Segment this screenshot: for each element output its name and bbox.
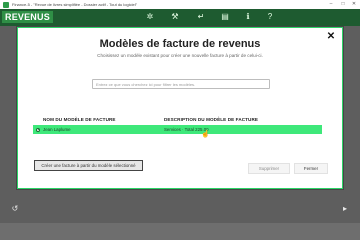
table-row[interactable]: Jean Laplume Services · Total 225.00 xyxy=(33,125,322,134)
undo-icon[interactable]: ↺ xyxy=(10,204,20,214)
close-button[interactable]: Fermer xyxy=(294,163,328,174)
template-name: Jean Laplume xyxy=(43,127,71,132)
app-toolbar: REVENUS ✲ ⚒ ↵ ▤ ℹ ? xyxy=(0,9,360,26)
dialog-title: Modèles de facture de revenus xyxy=(99,38,261,50)
window-titlebar: Finance-5 - "Revue de livres simplifiée … xyxy=(0,0,360,9)
help-icon[interactable]: ? xyxy=(265,12,275,22)
back-icon[interactable]: ↵ xyxy=(196,12,206,22)
info-icon[interactable]: ℹ xyxy=(243,12,253,22)
column-header-name[interactable]: NOM DU MODÈLE DE FACTURE xyxy=(43,117,116,122)
minimize-button[interactable]: – xyxy=(325,0,337,9)
chart-icon[interactable]: ▤ xyxy=(220,12,230,22)
window-title: Finance-5 - "Revue de livres simplifiée … xyxy=(12,2,138,7)
search-input[interactable] xyxy=(92,79,270,89)
next-icon[interactable]: ▸ xyxy=(340,204,350,214)
delete-button[interactable]: Supprimer xyxy=(248,163,290,174)
invoice-template-dialog: ✕ Modèles de facture de revenus Choisiss… xyxy=(17,27,343,189)
app-icon xyxy=(3,1,9,8)
gear-icon[interactable]: ✲ xyxy=(145,12,155,22)
window-close-button[interactable]: ✕ xyxy=(348,0,360,9)
column-header-description[interactable]: DESCRIPTION DU MODÈLE DE FACTURE xyxy=(164,117,258,122)
tools-icon[interactable]: ⚒ xyxy=(170,12,180,22)
dialog-subtitle: Choisissez un modèle existant pour créer… xyxy=(97,53,263,58)
row-radio[interactable] xyxy=(36,127,40,132)
module-title[interactable]: REVENUS xyxy=(2,11,53,23)
create-invoice-button[interactable]: Créer une facture à partir du modèle sél… xyxy=(34,160,143,171)
hand-cursor-icon: ☝ xyxy=(201,131,210,138)
